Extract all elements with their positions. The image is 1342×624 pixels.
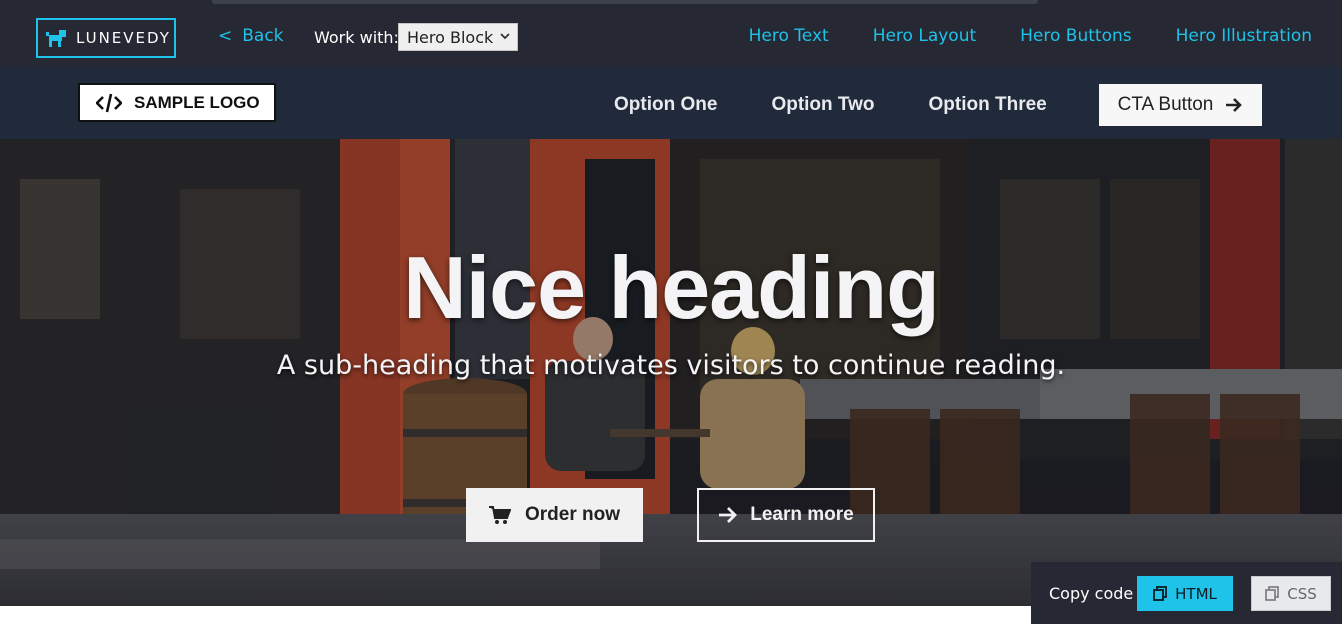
toolbar-top-edge [212, 0, 1038, 4]
chevron-left-icon: < [218, 26, 233, 46]
copy-html-button[interactable]: HTML [1137, 576, 1233, 611]
app-toolbar: LUNEVEDY < Back Work with: Hero Block Her… [0, 0, 1342, 67]
copy-html-label: HTML [1175, 584, 1217, 603]
hero-subheading: A sub-heading that motivates visitors to… [276, 350, 1066, 381]
learn-more-button[interactable]: Learn more [697, 488, 875, 542]
cart-icon [488, 506, 511, 524]
dog-icon [46, 30, 66, 47]
learn-more-label: Learn more [750, 504, 854, 525]
tab-hero-layout[interactable]: Hero Layout [873, 26, 976, 46]
nav-option-one[interactable]: Option One [614, 94, 717, 116]
order-now-label: Order now [524, 504, 620, 525]
nav-option-three[interactable]: Option Three [929, 94, 1047, 116]
hero-section: Nice heading A sub-heading that motivate… [0, 139, 1342, 606]
nav-option-two[interactable]: Option Two [771, 94, 874, 116]
brand-logo[interactable]: LUNEVEDY [36, 18, 176, 58]
back-label: Back [242, 26, 284, 46]
toolbar-tabs: Hero Text Hero Layout Hero Buttons Hero … [749, 26, 1312, 46]
arrow-right-icon [719, 507, 738, 523]
sample-logo[interactable]: SAMPLE LOGO [78, 83, 276, 122]
code-icon [96, 93, 122, 112]
preview-navbar: SAMPLE LOGO Option One Option Two Option… [0, 67, 1342, 139]
copy-icon [1265, 586, 1280, 601]
copy-css-button[interactable]: CSS [1251, 576, 1331, 611]
copy-code-label: Copy code [1049, 584, 1134, 603]
cta-label: CTA Button [1117, 94, 1214, 115]
back-link[interactable]: < Back [218, 26, 284, 46]
chevron-down-icon [500, 33, 510, 40]
brand-name: LUNEVEDY [76, 29, 171, 47]
logo-text: SAMPLE LOGO [134, 92, 260, 112]
work-with-selected: Hero Block [407, 27, 494, 47]
work-with-label: Work with: [314, 28, 399, 47]
arrow-right-icon [1226, 98, 1243, 112]
tab-hero-illustration[interactable]: Hero Illustration [1176, 26, 1312, 46]
order-now-button[interactable]: Order now [466, 488, 643, 542]
copy-css-label: CSS [1287, 584, 1317, 603]
work-with-select[interactable]: Hero Block [398, 23, 518, 51]
copy-code-panel: Copy code HTML CSS [1031, 562, 1342, 624]
cta-button[interactable]: CTA Button [1099, 84, 1262, 126]
nav-links: Option One Option Two Option Three [614, 94, 1047, 116]
copy-icon [1153, 586, 1168, 601]
hero-heading: Nice heading [403, 238, 940, 337]
tab-hero-text[interactable]: Hero Text [749, 26, 829, 46]
tab-hero-buttons[interactable]: Hero Buttons [1020, 26, 1131, 46]
